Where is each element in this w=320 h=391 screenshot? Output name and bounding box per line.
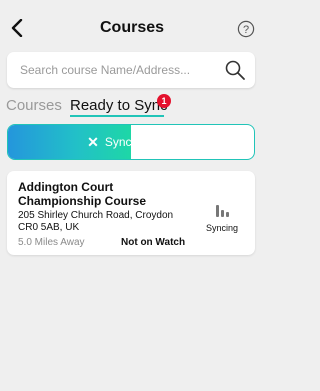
sync-progress-label: ✕ Syncing 50% bbox=[8, 125, 254, 159]
page-title: Courses bbox=[99, 19, 165, 36]
course-name: Addington Court Championship Course bbox=[18, 180, 147, 208]
sync-progress-bar[interactable]: ✕ Syncing 50% bbox=[7, 124, 255, 160]
search-input[interactable]: Search course Name/Address... bbox=[20, 63, 190, 77]
question-circle-icon: ? bbox=[237, 20, 255, 38]
close-icon[interactable]: ✕ bbox=[87, 135, 99, 149]
watch-status: Not on Watch bbox=[121, 237, 186, 248]
course-distance: 5.0 Miles Away bbox=[18, 237, 85, 248]
ready-to-sync-badge: 1 bbox=[157, 94, 171, 108]
svg-text:?: ? bbox=[243, 24, 249, 36]
course-sync-status: Syncing bbox=[206, 223, 239, 233]
syncing-icon bbox=[216, 204, 230, 217]
course-address: 205 Shirley Church Road, Croydon CR0 5AB… bbox=[18, 210, 174, 233]
help-button[interactable]: ? bbox=[237, 20, 255, 38]
sync-progress-text: Syncing 50% bbox=[104, 135, 175, 149]
search-icon[interactable] bbox=[224, 59, 246, 81]
search-bar[interactable]: Search course Name/Address... bbox=[7, 52, 255, 88]
tab-ready-to-sync[interactable]: Ready to Sync bbox=[70, 97, 168, 115]
course-card[interactable]: Addington Court Championship Course 205 … bbox=[7, 171, 255, 255]
tab-courses[interactable]: Courses bbox=[6, 97, 62, 115]
active-tab-indicator bbox=[70, 115, 164, 117]
header: Courses ? bbox=[0, 0, 264, 56]
